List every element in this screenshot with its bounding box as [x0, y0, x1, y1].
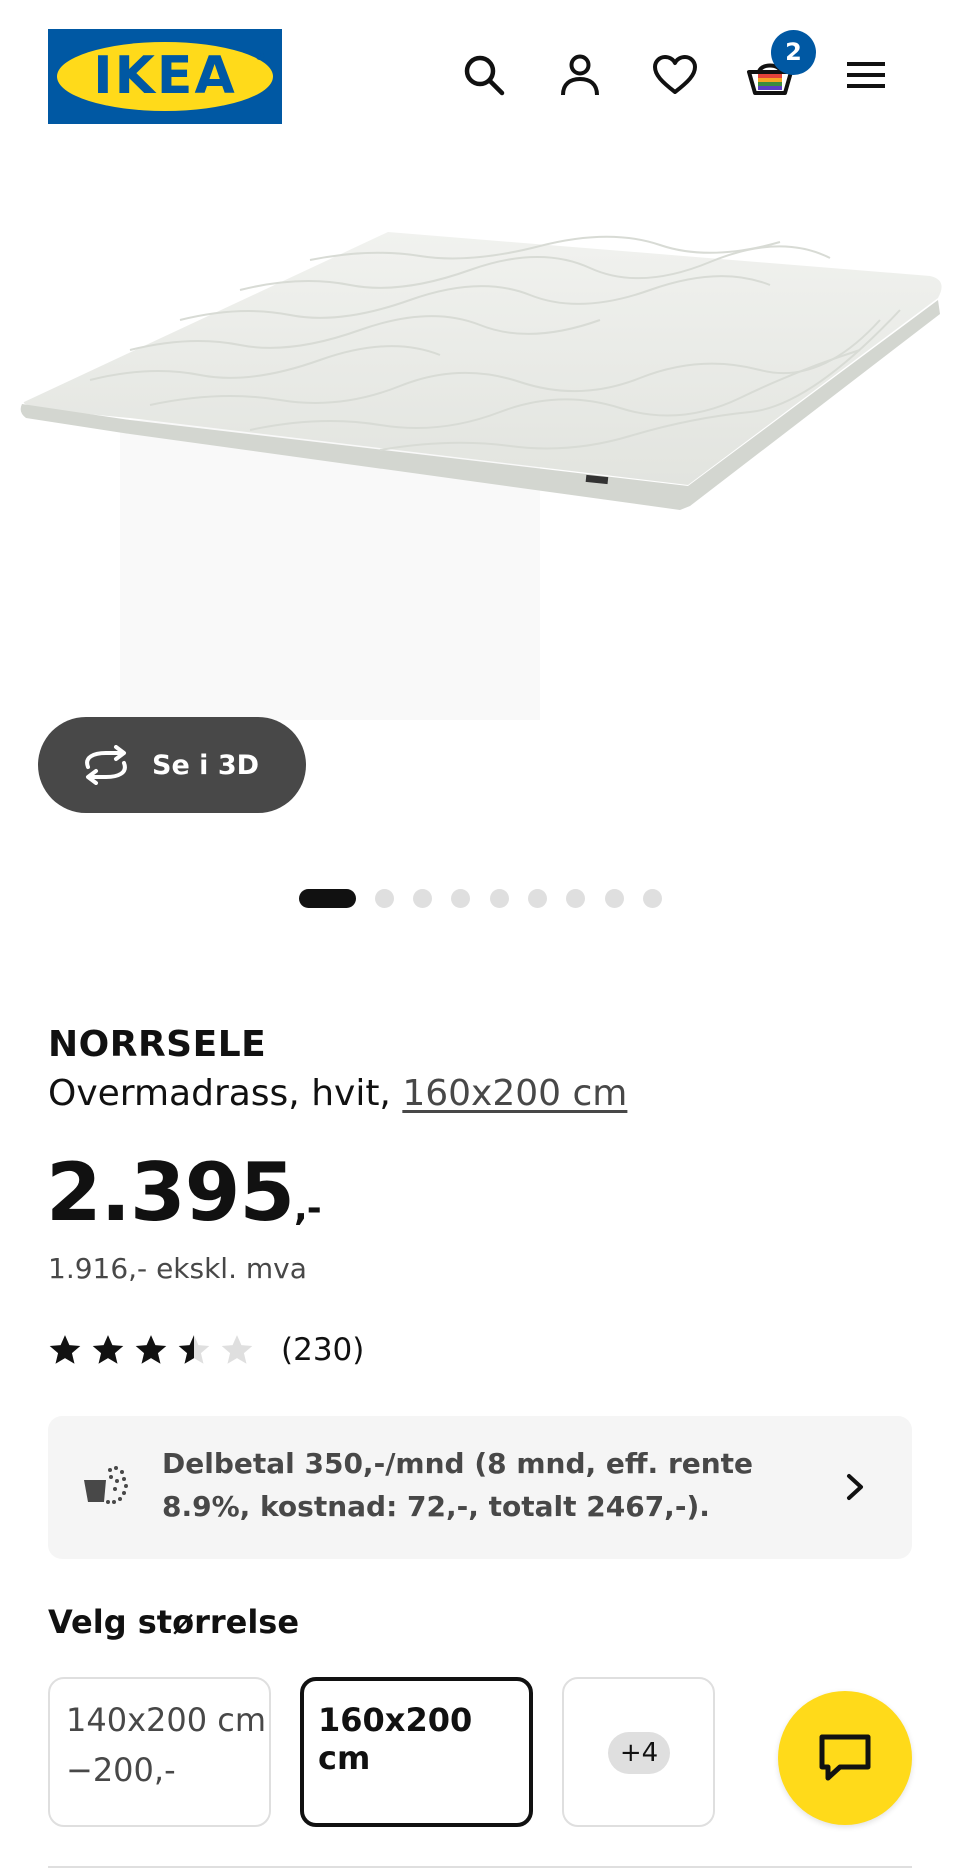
star-empty-icon [221, 1335, 253, 1364]
product-name: NORRSELE [48, 1024, 267, 1065]
profile-icon [561, 54, 599, 96]
view-in-3d-button[interactable]: Se i 3D [38, 717, 306, 813]
size-selector-label: Velg størrelse [48, 1603, 300, 1641]
product-image-gallery[interactable]: Se i 3D [0, 150, 960, 910]
pagination-dot[interactable] [605, 889, 624, 908]
chat-button[interactable] [778, 1691, 912, 1825]
star-full-icon [92, 1335, 124, 1364]
financing-banner[interactable]: Delbetal 350,-/mnd (8 mnd, eff. rente 8.… [48, 1416, 912, 1559]
size-option-price-diff: −200,- [66, 1751, 176, 1789]
search-button[interactable] [455, 46, 513, 104]
size-option-160x200[interactable]: 160x200 cm [300, 1677, 533, 1827]
pagination-dot[interactable] [528, 889, 547, 908]
installment-basket-icon [84, 1466, 128, 1504]
price-amount: 2.395 [46, 1146, 295, 1239]
size-option-more[interactable]: +4 [562, 1677, 715, 1827]
star-full-icon [135, 1335, 167, 1364]
divider [48, 1866, 912, 1868]
rating-stars [48, 1333, 263, 1367]
pagination-dot[interactable] [490, 889, 509, 908]
more-sizes-chip: +4 [608, 1732, 670, 1774]
header: IKEA ® 2 [0, 0, 960, 150]
product-description: Overmadrass, hvit, 160x200 cm [48, 1073, 627, 1114]
profile-button[interactable] [551, 46, 609, 104]
star-full-icon [49, 1335, 81, 1364]
mattress-topper-image [20, 232, 942, 720]
review-count: (230) [281, 1332, 365, 1368]
rotate-3d-icon [85, 745, 127, 785]
search-icon [464, 55, 505, 96]
chevron-right-icon [847, 1474, 863, 1500]
pagination-dot-active[interactable] [299, 889, 356, 908]
menu-icon [847, 62, 885, 88]
pagination-dot[interactable] [566, 889, 585, 908]
product-size-link[interactable]: 160x200 cm [402, 1073, 627, 1114]
size-option-140x200[interactable]: 140x200 cm −200,- [48, 1677, 271, 1827]
chat-bubble-icon [819, 1734, 871, 1781]
heart-icon [653, 55, 697, 94]
menu-button[interactable] [837, 46, 895, 104]
pagination-dot[interactable] [413, 889, 432, 908]
price-suffix: ,- [294, 1188, 322, 1229]
pagination-dot[interactable] [375, 889, 394, 908]
size-option-size: 160x200 cm [318, 1701, 473, 1777]
size-option-size: 140x200 cm [66, 1701, 267, 1739]
product-type: Overmadrass, hvit, [48, 1073, 391, 1114]
cart-count-badge: 2 [771, 30, 816, 75]
logo-text: IKEA [93, 46, 237, 106]
view-in-3d-label: Se i 3D [152, 749, 260, 781]
ikea-logo[interactable]: IKEA ® [48, 29, 282, 124]
product-price: 2.395,- [46, 1153, 322, 1233]
financing-text: Delbetal 350,-/mnd (8 mnd, eff. rente 8.… [162, 1447, 754, 1523]
price-excl-vat: 1.916,- ekskl. mva [48, 1252, 307, 1285]
product-rating[interactable]: (230) [48, 1330, 364, 1370]
star-half-icon [178, 1335, 210, 1364]
pagination-dot[interactable] [451, 889, 470, 908]
favourites-button[interactable] [646, 46, 704, 104]
pagination-dot[interactable] [643, 889, 662, 908]
